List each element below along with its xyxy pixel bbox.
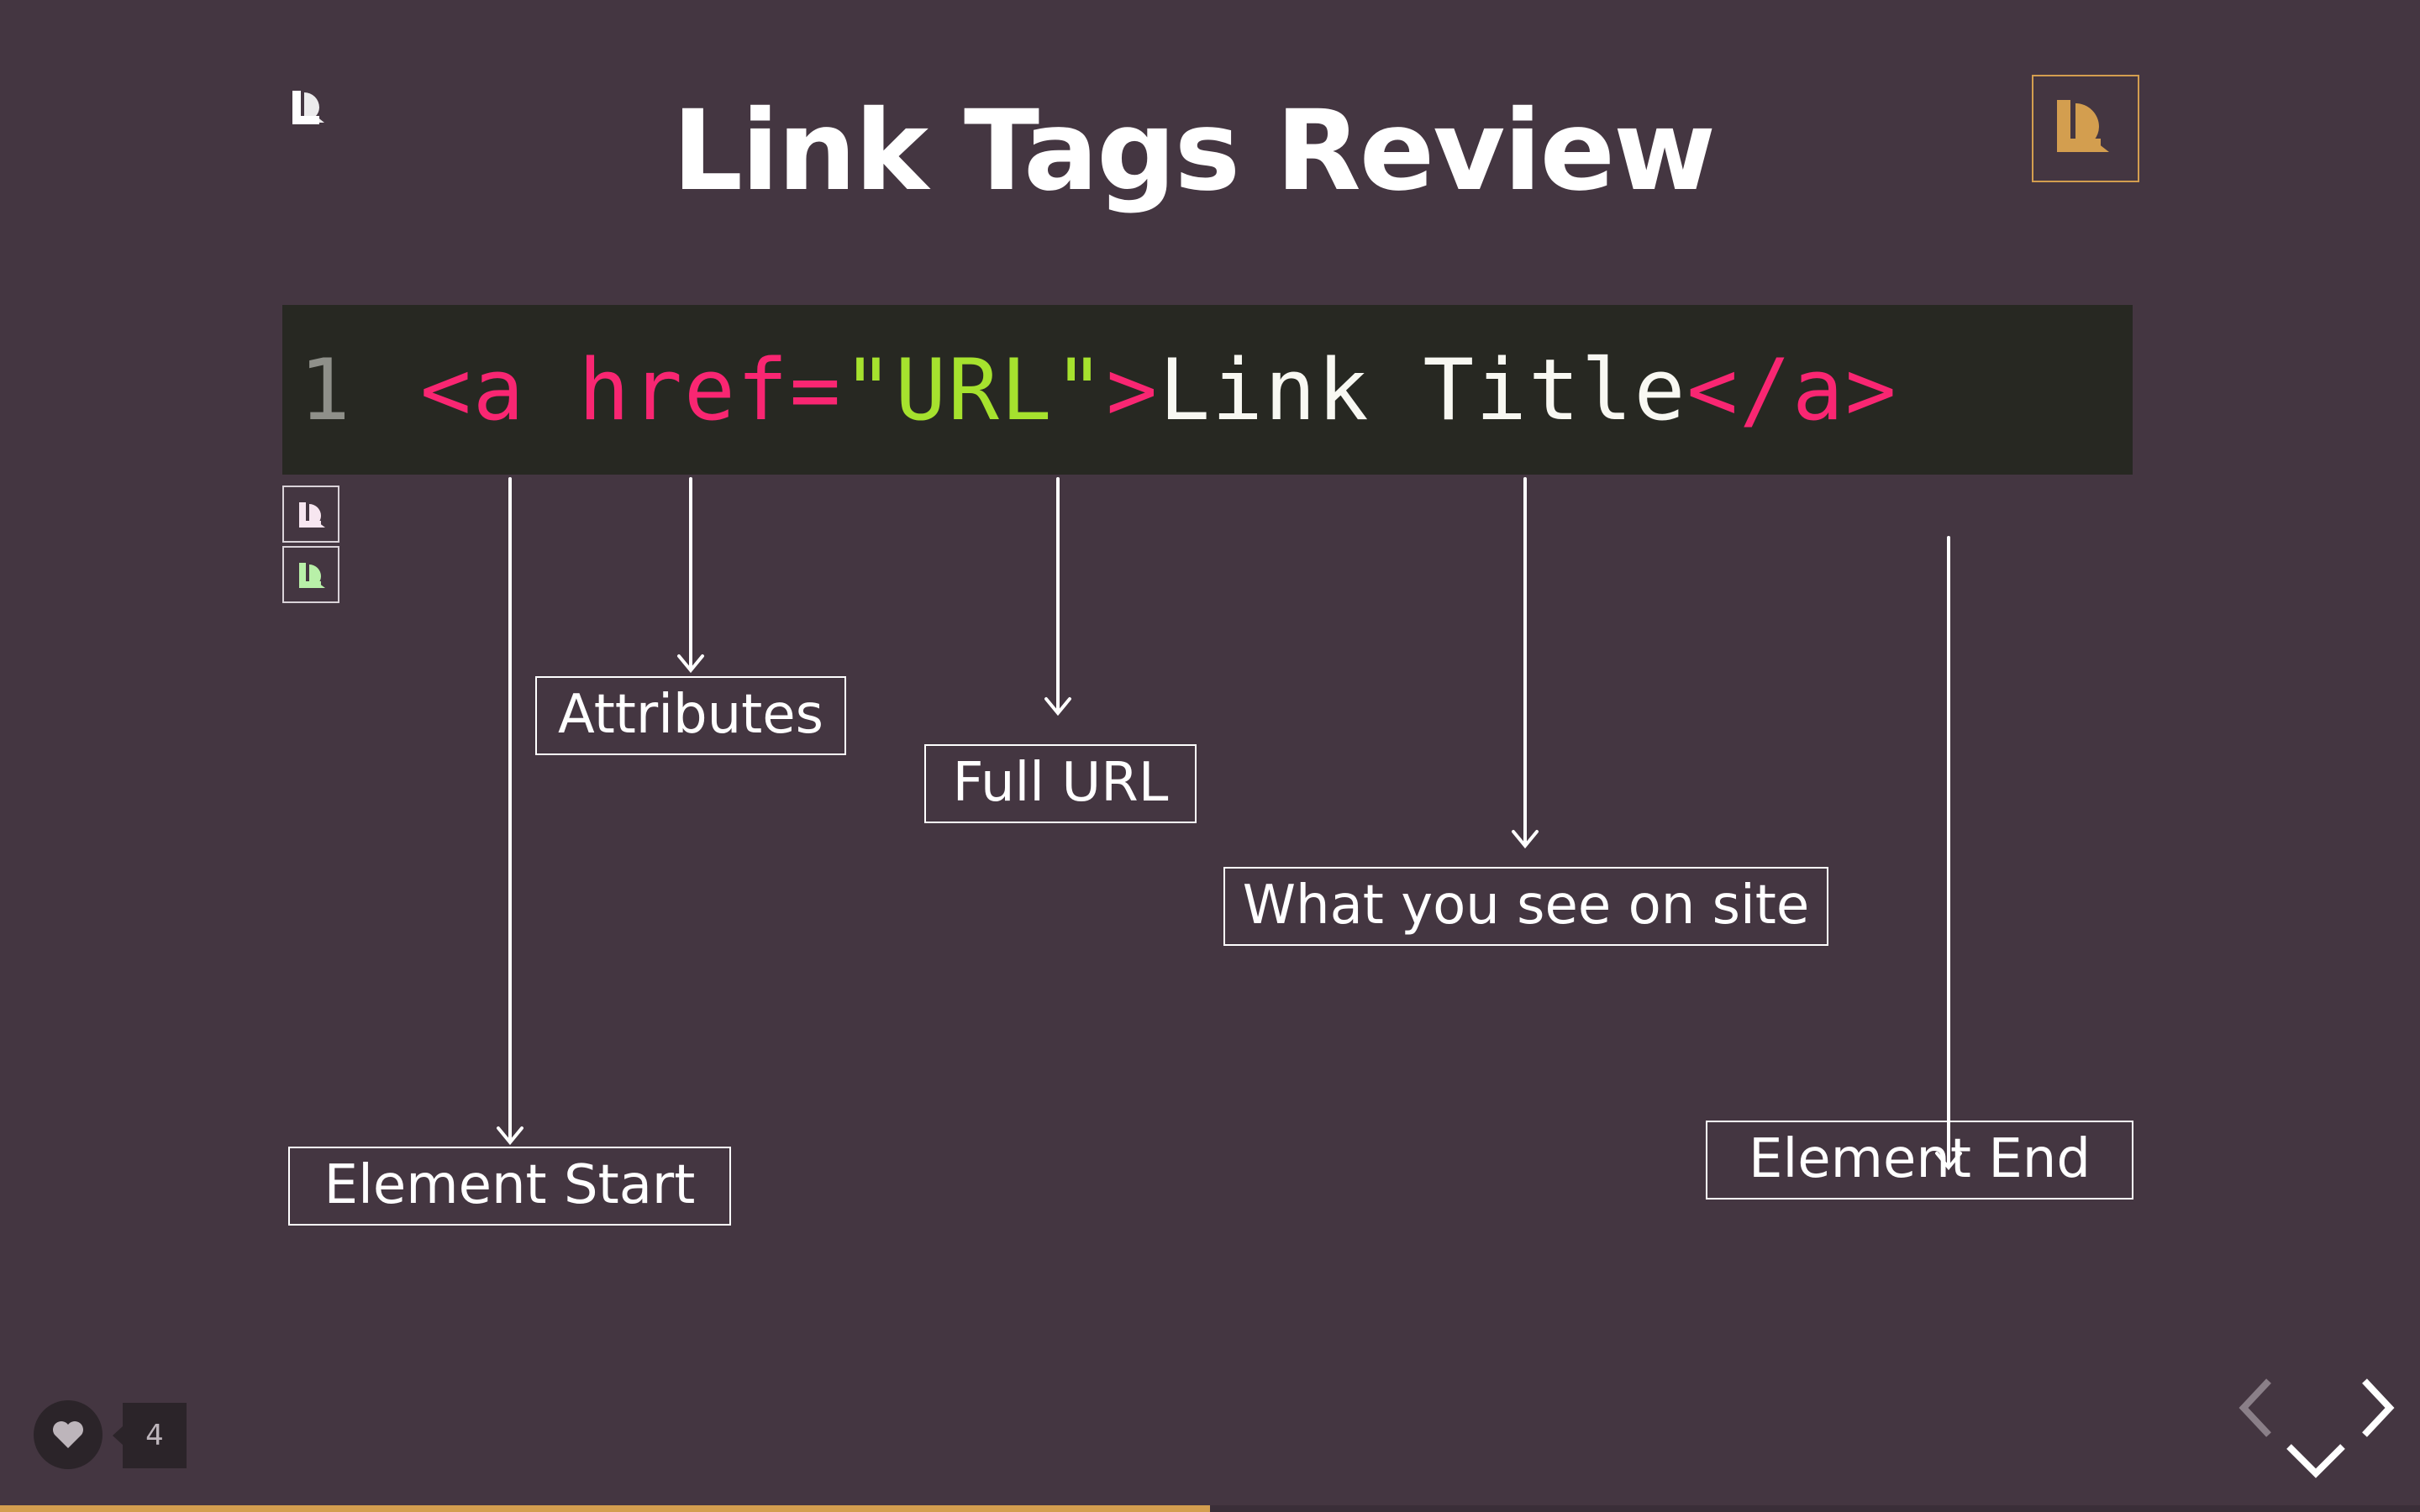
progress-bar: [0, 1505, 2420, 1512]
down-slide-button[interactable]: [2282, 1433, 2349, 1487]
next-slide-button[interactable]: [2341, 1374, 2408, 1441]
label-what-you-see: What you see on site: [1223, 867, 1828, 946]
progress-fill: [0, 1505, 1210, 1512]
label-full-url: Full URL: [924, 744, 1197, 823]
label-element-start: Element Start: [288, 1147, 731, 1226]
heart-icon: [53, 1421, 83, 1448]
like-button[interactable]: [34, 1400, 103, 1469]
like-count: 4: [113, 1403, 187, 1468]
chevron-right-icon: [2362, 1378, 2395, 1437]
annotation-arrows: [497, 477, 1962, 1171]
chevron-left-icon: [2238, 1378, 2271, 1437]
prev-slide-button[interactable]: [2225, 1374, 2292, 1441]
label-attributes: Attributes: [535, 676, 846, 755]
chevron-down-icon: [2286, 1444, 2345, 1478]
label-element-end: Element End: [1706, 1121, 2133, 1200]
